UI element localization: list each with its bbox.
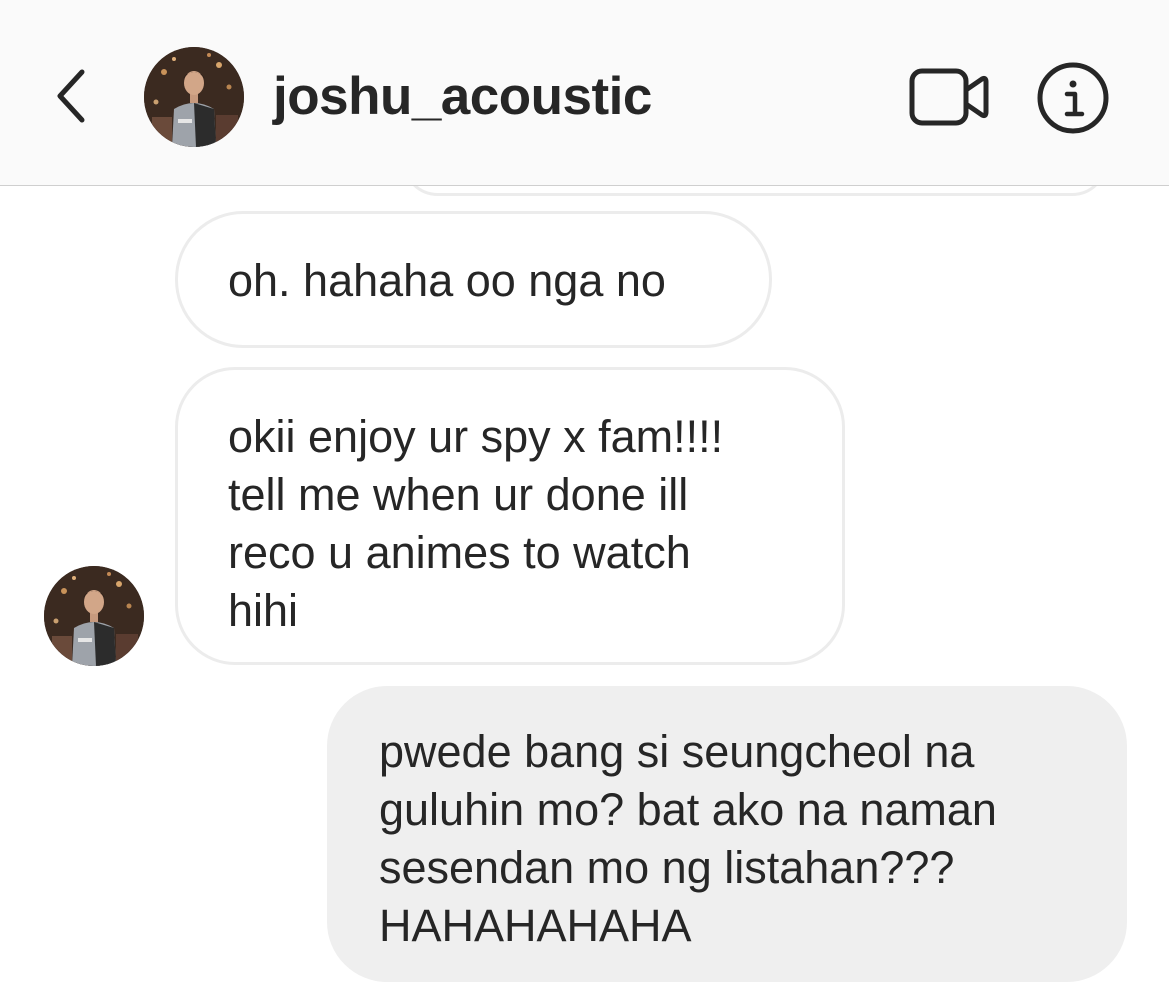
message-text: HAHAHAHAHA — [379, 900, 692, 951]
message-bubble-incoming[interactable]: oh. hahaha oo nga no — [175, 211, 772, 348]
dm-thread-screen: oh. hahaha oo nga no okii enjoy ur spy x… — [0, 0, 1169, 990]
message-text: guluhin mo? bat ako na naman — [379, 784, 997, 835]
header-username[interactable]: joshu_acoustic — [273, 64, 652, 130]
message-text: sesendan mo ng listahan??? — [379, 842, 955, 893]
chat-header: joshu_acoustic — [0, 0, 1169, 186]
message-text: okii enjoy ur spy x fam!!!! — [228, 411, 724, 462]
message-text: reco u animes to watch — [228, 527, 691, 578]
chevron-left-icon — [57, 69, 85, 123]
info-button[interactable] — [1036, 61, 1110, 135]
avatar-photo — [144, 47, 244, 147]
header-avatar[interactable] — [144, 47, 244, 147]
video-camera-icon — [909, 68, 989, 126]
info-icon — [1037, 62, 1109, 134]
message-text: pwede bang si seungcheol na — [379, 726, 975, 777]
message-text: hihi — [228, 585, 299, 636]
avatar-photo — [44, 566, 144, 666]
back-button[interactable] — [48, 62, 98, 130]
video-call-button[interactable] — [908, 66, 990, 128]
message-text: oh. hahaha oo nga no — [228, 255, 666, 306]
sender-avatar[interactable] — [44, 566, 144, 666]
message-bubble-incoming[interactable]: okii enjoy ur spy x fam!!!! tell me when… — [175, 367, 845, 665]
message-bubble-outgoing[interactable]: pwede bang si seungcheol na guluhin mo? … — [327, 686, 1127, 982]
message-text: tell me when ur done ill — [228, 469, 689, 520]
